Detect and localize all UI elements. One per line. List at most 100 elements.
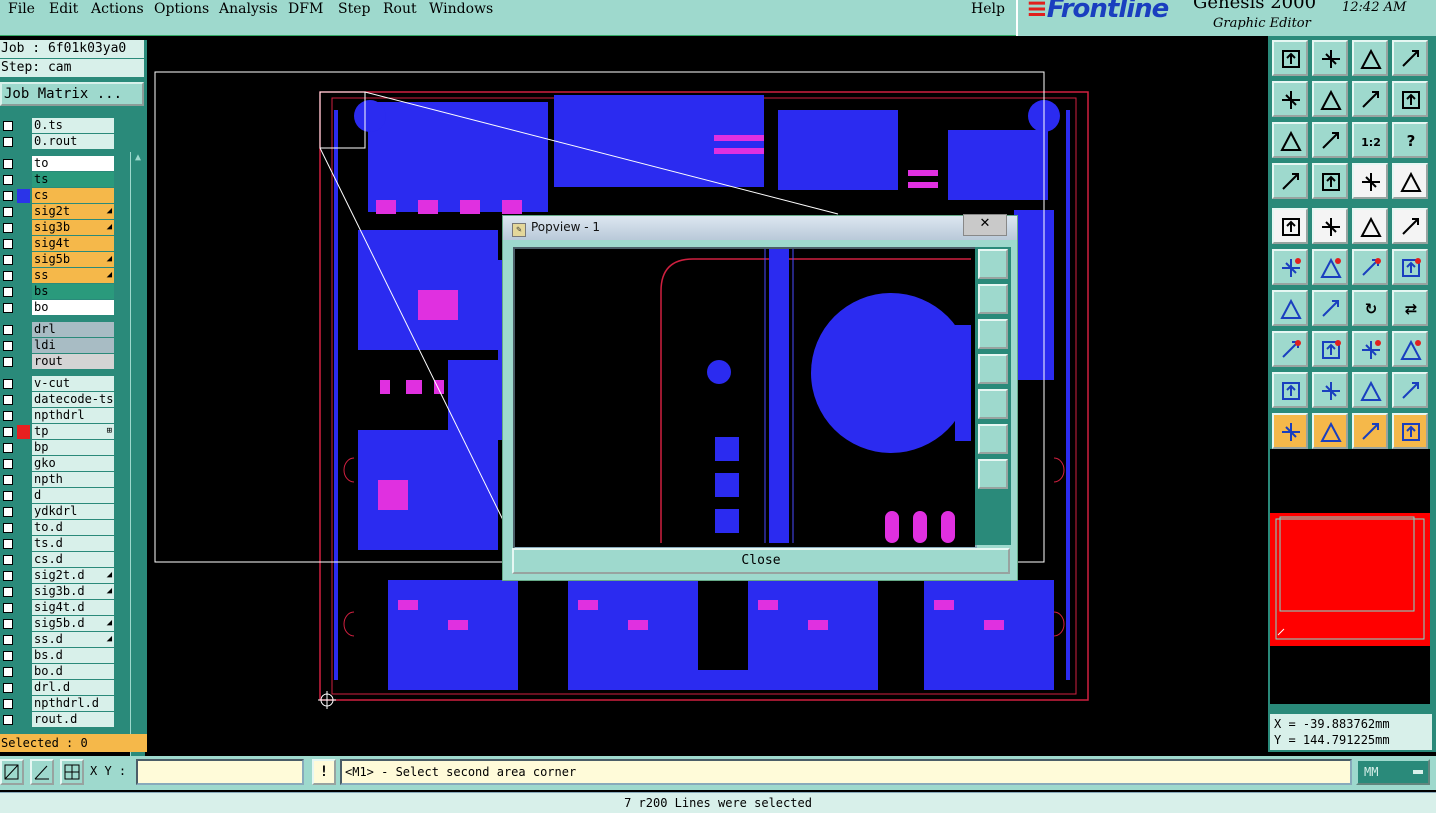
job-matrix-button[interactable]: Job Matrix ... <box>0 82 144 106</box>
layer-name[interactable]: d <box>32 488 114 503</box>
layer-row[interactable]: bp <box>0 440 116 456</box>
layer-row[interactable]: npthdrl <box>0 408 116 424</box>
layer-row[interactable]: 0.ts <box>0 118 116 134</box>
net-highlight-button[interactable] <box>1352 163 1388 199</box>
select-net-button[interactable] <box>1392 413 1428 449</box>
layer-row[interactable]: ldi <box>0 338 116 354</box>
layer-name[interactable]: bs.d <box>32 648 114 663</box>
add-line-button[interactable] <box>1312 208 1348 244</box>
layer-checkbox[interactable] <box>3 619 13 629</box>
layer-name[interactable]: sig4t.d <box>32 600 114 615</box>
layer-checkbox[interactable] <box>3 555 13 565</box>
layer-row[interactable]: d <box>0 488 116 504</box>
layer-row[interactable]: ss.d ◢ <box>0 632 116 648</box>
select-box-button[interactable] <box>1312 413 1348 449</box>
layer-checkbox[interactable] <box>3 667 13 677</box>
layer-row[interactable]: tp ⊞ <box>0 424 116 440</box>
units-dropdown[interactable]: MM <box>1356 759 1430 785</box>
home-view-button[interactable] <box>1352 40 1388 76</box>
zoom-window-button[interactable] <box>1392 40 1428 76</box>
arc-center-button[interactable] <box>1352 372 1388 408</box>
layer-scrollbar[interactable]: ▲ ▼ <box>130 152 145 766</box>
layer-checkbox[interactable] <box>3 571 13 581</box>
layer-row[interactable]: npthdrl.d <box>0 696 116 712</box>
help-button[interactable]: ? <box>1392 122 1428 158</box>
zoom-center-button[interactable] <box>1312 122 1348 158</box>
layer-checkbox[interactable] <box>3 459 13 469</box>
menu-edit[interactable]: Edit <box>49 0 78 18</box>
layer-name[interactable]: sig2t.d ◢ <box>32 568 114 583</box>
popview-close-x-button[interactable]: ✕ <box>963 214 1007 236</box>
menu-help[interactable]: Help <box>971 0 1005 18</box>
layer-checkbox[interactable] <box>3 207 13 217</box>
layer-name[interactable]: 0.rout <box>32 134 114 149</box>
layer-name[interactable]: drl <box>32 322 114 337</box>
net-connect-button[interactable] <box>1392 163 1428 199</box>
zoom-fit-button[interactable] <box>1272 122 1308 158</box>
select-pointer-button[interactable] <box>1272 413 1308 449</box>
layer-name[interactable]: npthdrl.d <box>32 696 114 711</box>
popview-pan-left-button[interactable] <box>978 354 1008 384</box>
layer-row[interactable]: npth <box>0 472 116 488</box>
popview-pan-down-button[interactable] <box>978 319 1008 349</box>
layer-checkbox[interactable] <box>3 121 13 131</box>
layer-row[interactable]: cs <box>0 188 116 204</box>
layer-name[interactable]: to <box>32 156 114 171</box>
layer-row[interactable]: gko <box>0 456 116 472</box>
layer-row[interactable]: ts <box>0 172 116 188</box>
pan-left-button[interactable] <box>1272 81 1308 117</box>
menu-analysis[interactable]: Analysis <box>219 0 278 18</box>
popview-zoom-fit-button[interactable] <box>978 424 1008 454</box>
layer-row[interactable]: bo.d <box>0 664 116 680</box>
layer-name[interactable]: bo <box>32 300 114 315</box>
layer-name[interactable]: cs.d <box>32 552 114 567</box>
popview-duplicate-button[interactable] <box>978 249 1008 279</box>
layer-row[interactable]: to.d <box>0 520 116 536</box>
layer-row[interactable]: sig3b ◢ <box>0 220 116 236</box>
menu-windows[interactable]: Windows <box>429 0 493 18</box>
rotate-button[interactable]: ↻ <box>1352 290 1388 326</box>
add-node-button[interactable] <box>1392 249 1428 285</box>
snap-to-grid-button[interactable] <box>1352 331 1388 367</box>
zoom-home-button[interactable] <box>1272 40 1308 76</box>
layer-checkbox[interactable] <box>3 683 13 693</box>
layer-name[interactable]: bo.d <box>32 664 114 679</box>
layer-name[interactable]: npth <box>32 472 114 487</box>
layer-checkbox[interactable] <box>3 699 13 709</box>
layer-name[interactable]: sig4t <box>32 236 114 251</box>
delete-node-button[interactable] <box>1312 249 1348 285</box>
add-pad-button[interactable] <box>1272 208 1308 244</box>
layer-checkbox[interactable] <box>3 239 13 249</box>
layer-row[interactable]: bo <box>0 300 116 316</box>
layer-row[interactable]: datecode-ts <box>0 392 116 408</box>
layer-row[interactable]: sig4t <box>0 236 116 252</box>
pan-right-button[interactable] <box>1312 81 1348 117</box>
scroll-up-icon[interactable]: ▲ <box>132 152 144 164</box>
layer-name[interactable]: 0.ts <box>32 118 114 133</box>
layer-name[interactable]: drl.d <box>32 680 114 695</box>
overview-map[interactable] <box>1270 449 1430 704</box>
menu-step[interactable]: Step <box>338 0 370 18</box>
popview-viewport[interactable] <box>513 247 977 549</box>
layer-row[interactable]: sig5b.d ◢ <box>0 616 116 632</box>
layer-checkbox[interactable] <box>3 395 13 405</box>
layer-checkbox[interactable] <box>3 357 13 367</box>
snap-mode-button[interactable] <box>0 759 24 785</box>
layer-checkbox[interactable] <box>3 539 13 549</box>
layer-checkbox[interactable] <box>3 587 13 597</box>
layer-row[interactable]: v-cut <box>0 376 116 392</box>
layer-checkbox[interactable] <box>3 427 13 437</box>
menu-rout[interactable]: Rout <box>383 0 417 18</box>
layer-name[interactable]: v-cut <box>32 376 114 391</box>
layer-checkbox[interactable] <box>3 475 13 485</box>
layer-name[interactable]: ydkdrl <box>32 504 114 519</box>
select-area-button[interactable] <box>1352 413 1388 449</box>
layer-row[interactable]: sig2t.d ◢ <box>0 568 116 584</box>
layer-name[interactable]: to.d <box>32 520 114 535</box>
popview-pan-right-button[interactable] <box>978 389 1008 419</box>
layer-row[interactable]: rout <box>0 354 116 370</box>
layer-row[interactable]: bs.d <box>0 648 116 664</box>
scale-1-2-button[interactable]: 1:2 <box>1352 122 1388 158</box>
layer-name[interactable]: sig5b ◢ <box>32 252 114 267</box>
layer-name[interactable]: rout.d <box>32 712 114 727</box>
